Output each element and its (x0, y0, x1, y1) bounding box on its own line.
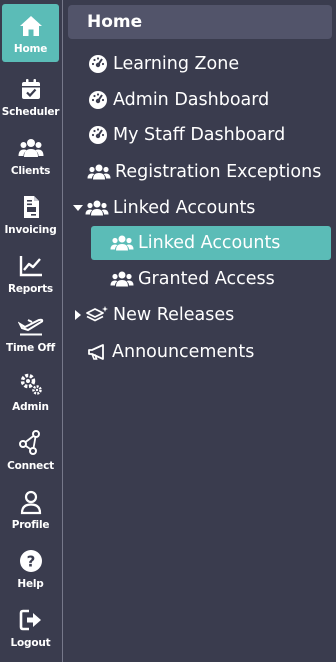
rail-item-reports[interactable]: Reports (2, 244, 59, 302)
calendar-check-icon (17, 75, 45, 103)
logout-icon (17, 606, 45, 634)
caret-right-icon (73, 309, 83, 321)
rail-label: Reports (8, 283, 53, 295)
home-icon (17, 12, 45, 40)
question-circle-icon: ? (17, 547, 45, 575)
rail-item-clients[interactable]: Clients (2, 126, 59, 184)
users-icon (87, 161, 111, 183)
rail-label: Home (13, 43, 48, 55)
dashboard-gauge-icon (87, 124, 109, 146)
rail-label: Help (17, 578, 44, 590)
rail-label: Connect (7, 460, 54, 472)
rail-label: Scheduler (1, 106, 60, 118)
menu-item-label: Registration Exceptions (115, 162, 322, 182)
app-rail: Home Scheduler Clients Invoicing Reports… (0, 0, 62, 662)
rail-item-scheduler[interactable]: Scheduler (2, 67, 59, 125)
users-icon (85, 197, 109, 219)
menu-item-learning-zone[interactable]: Learning Zone (87, 47, 239, 81)
menu-item-label: New Releases (113, 305, 235, 325)
chart-line-icon (17, 252, 45, 280)
caret-down-icon (73, 202, 83, 214)
rail-item-help[interactable]: ? Help (2, 539, 59, 597)
megaphone-icon (86, 341, 108, 363)
rail-item-logout[interactable]: Logout (2, 598, 59, 656)
rail-label: Logout (10, 637, 51, 649)
users-icon (110, 268, 134, 290)
gears-icon (17, 370, 45, 398)
rail-item-connect[interactable]: Connect (2, 421, 59, 479)
rail-label: Profile (11, 519, 50, 531)
menu-item-linked-accounts[interactable]: Linked Accounts (91, 226, 331, 260)
user-icon (17, 488, 45, 516)
dashboard-gauge-icon (87, 53, 109, 75)
users-icon (110, 232, 134, 254)
menu-item-registration-exceptions[interactable]: Registration Exceptions (87, 155, 321, 189)
menu-item-linked-accounts-group[interactable]: Linked Accounts (73, 191, 255, 225)
rail-label: Time Off (6, 342, 55, 354)
network-icon (17, 429, 45, 457)
svg-text:?: ? (26, 553, 35, 571)
menu-header: Home (68, 5, 332, 39)
menu-item-admin-dashboard[interactable]: Admin Dashboard (87, 83, 269, 117)
layers-sparkle-icon (85, 304, 109, 326)
menu-item-new-releases[interactable]: New Releases (73, 298, 234, 332)
menu-item-label: My Staff Dashboard (113, 125, 286, 145)
menu-item-label: Admin Dashboard (113, 90, 270, 110)
rail-item-invoicing[interactable]: Invoicing (2, 185, 59, 243)
rail-label: Admin (12, 401, 49, 413)
rail-item-time-off[interactable]: Time Off (2, 303, 59, 361)
plane-icon (17, 311, 45, 339)
menu-item-label: Granted Access (138, 269, 275, 289)
menu-item-label: Linked Accounts (138, 233, 281, 253)
dashboard-gauge-icon (87, 89, 109, 111)
menu-item-label: Announcements (112, 342, 255, 362)
menu-item-my-staff-dashboard[interactable]: My Staff Dashboard (87, 118, 285, 152)
rail-item-profile[interactable]: Profile (2, 480, 59, 538)
invoice-icon (17, 193, 45, 221)
menu-item-label: Learning Zone (113, 54, 240, 74)
menu-item-label: Linked Accounts (113, 198, 256, 218)
users-icon (17, 134, 45, 162)
rail-item-home[interactable]: Home (2, 4, 59, 62)
rail-label: Clients (10, 165, 51, 177)
rail-label: Invoicing (4, 224, 57, 236)
menu-item-announcements[interactable]: Announcements (86, 335, 254, 369)
rail-item-admin[interactable]: Admin (2, 362, 59, 420)
menu-item-granted-access[interactable]: Granted Access (110, 262, 275, 296)
home-menu-panel: Home Learning Zone Admin Dashboard My St… (63, 0, 336, 662)
